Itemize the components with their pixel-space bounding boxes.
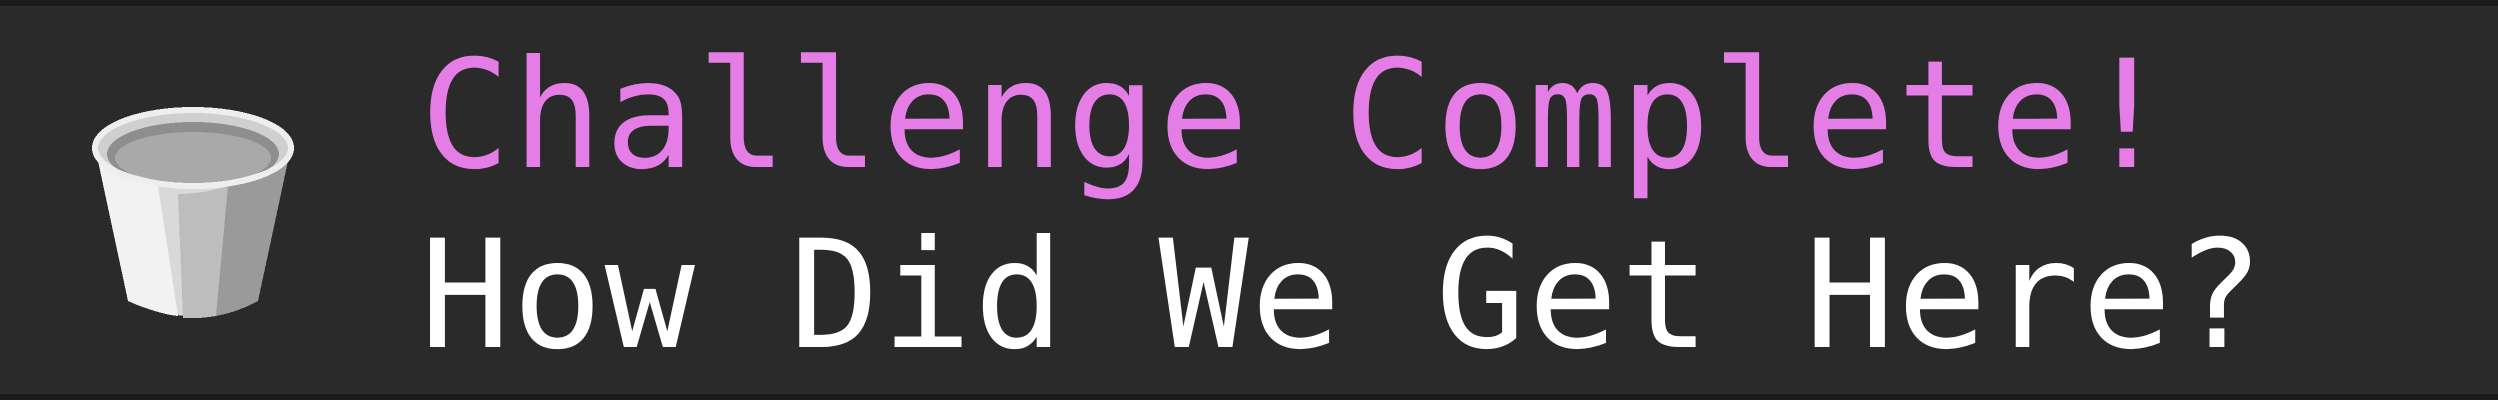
bucket-icon xyxy=(88,106,298,326)
toast-subtitle: How Did We Get Here? xyxy=(420,209,2267,383)
toast-title: Challenge Complete! xyxy=(420,29,2174,203)
toast-text: Challenge Complete! How Did We Get Here? xyxy=(420,36,2420,376)
advancement-toast: Challenge Complete! How Did We Get Here? xyxy=(0,0,2498,400)
